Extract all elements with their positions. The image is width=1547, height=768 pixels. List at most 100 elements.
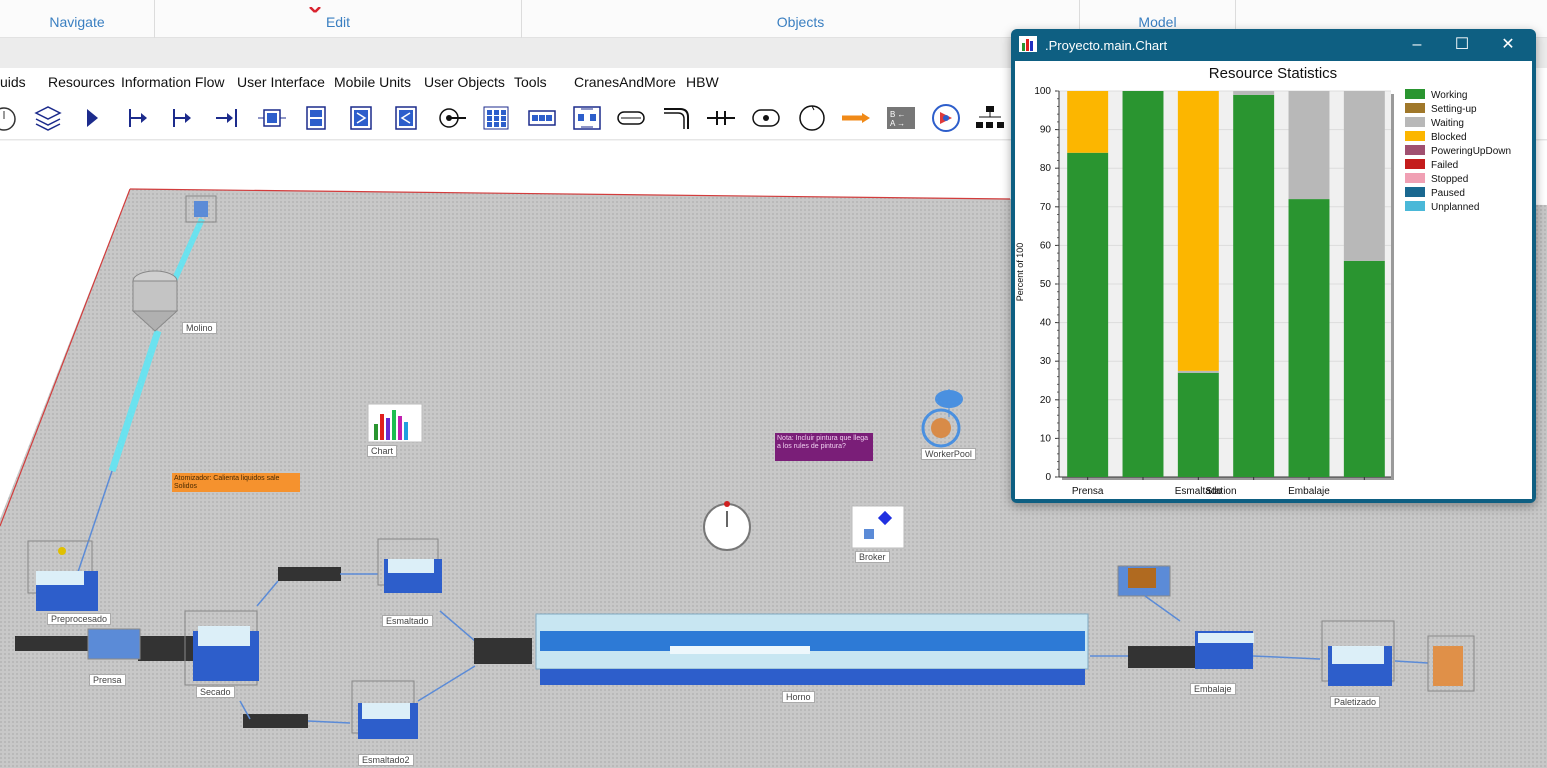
- legend-entry: PoweringUpDown: [1431, 146, 1511, 157]
- track-icon[interactable]: [750, 103, 782, 133]
- label-preprocesado: Preprocesado: [47, 613, 112, 625]
- shaft-icon[interactable]: [436, 103, 468, 133]
- bar-segment-working: [1067, 152, 1109, 477]
- tab-information-flow[interactable]: Information Flow: [121, 74, 224, 90]
- tab-hbw[interactable]: HBW: [686, 74, 719, 90]
- disassembly-icon[interactable]: [390, 103, 422, 133]
- station-icon[interactable]: [256, 103, 288, 133]
- hierarchy-icon[interactable]: [974, 103, 1006, 133]
- legend-swatch: [1405, 89, 1425, 99]
- parallel-station-icon[interactable]: [300, 103, 332, 133]
- legend-entry: Failed: [1431, 160, 1458, 171]
- label-chart: Chart: [367, 445, 398, 457]
- legend-swatch: [1405, 201, 1425, 211]
- bar-segment-waiting: [1177, 370, 1219, 373]
- bar-segment-waiting: [1288, 91, 1330, 200]
- y-tick-label: 60: [1040, 240, 1052, 251]
- legend-entry: Waiting: [1431, 118, 1464, 129]
- legend-entry: Stopped: [1431, 174, 1468, 185]
- horno-furnace: [535, 613, 1089, 685]
- svg-text:A →: A →: [890, 119, 905, 128]
- bar-segment-working: [1233, 94, 1275, 478]
- bar-segment-blocked: [1067, 91, 1109, 153]
- delete-icon[interactable]: [308, 0, 322, 13]
- legend-swatch: [1405, 117, 1425, 127]
- legend-swatch: [1405, 103, 1425, 113]
- tab-tools[interactable]: Tools: [514, 74, 547, 90]
- line-icon[interactable]: [526, 103, 558, 133]
- ribbon-group-navigate[interactable]: Navigate: [0, 0, 155, 38]
- tab-cranes-and-more[interactable]: CranesAndMore: [574, 74, 676, 90]
- minimize-button[interactable]: –: [1400, 33, 1434, 57]
- tab-user-objects[interactable]: User Objects: [424, 74, 505, 90]
- flow-control-icon[interactable]: B ← A →: [885, 103, 917, 133]
- comment-pintura[interactable]: Nota: Incluir pintura que llega a los ru…: [775, 433, 873, 461]
- legend-swatch: [1405, 131, 1425, 141]
- legend-entry: Working: [1431, 90, 1468, 101]
- chart-body: Resource Statistics Percent of 100 Stati…: [1015, 61, 1532, 510]
- stopwatch-icon[interactable]: [0, 103, 20, 133]
- source-icon[interactable]: [122, 103, 154, 133]
- transfer-icon[interactable]: [615, 103, 647, 133]
- legend-entry: Setting-up: [1431, 104, 1477, 115]
- y-tick-label: 0: [1045, 472, 1051, 483]
- y-tick-label: 70: [1040, 202, 1052, 213]
- conveyor: [243, 714, 308, 728]
- exchanger-icon[interactable]: [930, 103, 962, 133]
- bar-segment-working: [1288, 199, 1330, 477]
- legend-entry: Paused: [1431, 188, 1465, 199]
- bar-segment-working: [1122, 91, 1164, 477]
- label-secado: Secado: [196, 686, 235, 698]
- label-paletizado: Paletizado: [1330, 696, 1381, 708]
- bar-segment-working: [1177, 372, 1219, 477]
- layers-icon[interactable]: [32, 103, 64, 133]
- ribbon-group-label: Edit: [325, 14, 351, 30]
- chart-window[interactable]: .Proyecto.main.Chart – ☐ ✕ Resource Stat…: [1011, 29, 1536, 510]
- y-tick-label: 50: [1040, 279, 1052, 290]
- y-tick-label: 40: [1040, 318, 1052, 329]
- label-molino: Molino: [182, 322, 217, 334]
- broker-object: [851, 505, 905, 549]
- connector-icon[interactable]: [840, 103, 872, 133]
- matrix-icon[interactable]: [480, 103, 512, 133]
- x-tick-label: Esmaltado: [1175, 486, 1223, 497]
- bar-segment-waiting: [1343, 91, 1385, 261]
- play-arrow-icon[interactable]: [76, 103, 108, 133]
- assembly-icon[interactable]: [345, 103, 377, 133]
- label-esmaltado2: Esmaltado2: [358, 754, 414, 766]
- prensa-unit: [87, 628, 141, 660]
- chart-app-icon: [1019, 36, 1037, 52]
- close-button[interactable]: ✕: [1491, 33, 1525, 57]
- loop-icon[interactable]: [796, 103, 828, 133]
- ribbon-group-edit[interactable]: Edit: [155, 0, 522, 38]
- y-axis-label: Percent of 100: [1015, 243, 1025, 302]
- tab-mobile-units[interactable]: Mobile Units: [334, 74, 411, 90]
- ribbon-group-label: Objects: [776, 14, 825, 30]
- chart-window-titlebar[interactable]: .Proyecto.main.Chart – ☐ ✕: [1011, 29, 1536, 61]
- maximize-button[interactable]: ☐: [1445, 33, 1479, 57]
- comment-atomizador[interactable]: Atomizador: Calienta liquidos sale Solid…: [172, 473, 300, 492]
- label-workerpool: WorkerPool: [921, 448, 976, 460]
- legend-swatch: [1405, 187, 1425, 197]
- bar-segment-working: [1343, 260, 1385, 477]
- dismantle-icon[interactable]: [571, 103, 603, 133]
- legend-swatch: [1405, 145, 1425, 155]
- y-tick-label: 80: [1040, 163, 1052, 174]
- chart-window-title: .Proyecto.main.Chart: [1045, 38, 1168, 53]
- tab-fluids[interactable]: uids: [0, 74, 26, 90]
- single-proc-icon[interactable]: [166, 103, 198, 133]
- conveyor-icon[interactable]: [660, 103, 692, 133]
- tab-user-interface[interactable]: User Interface: [237, 74, 325, 90]
- tab-resources[interactable]: Resources: [48, 74, 115, 90]
- drain-icon[interactable]: [212, 103, 244, 133]
- ribbon-group-objects[interactable]: Objects: [522, 0, 1080, 38]
- legend-entry: Unplanned: [1431, 202, 1479, 213]
- turntable-icon[interactable]: [705, 103, 737, 133]
- resource-statistics-chart: Resource Statistics Percent of 100 Stati…: [1015, 65, 1511, 510]
- svg-text:B ←: B ←: [890, 110, 906, 119]
- conveyor: [1128, 646, 1196, 668]
- y-tick-label: 90: [1040, 125, 1052, 136]
- legend-entry: Blocked: [1431, 132, 1467, 143]
- x-tick-label: Prensa: [1072, 486, 1104, 497]
- chart-title: Resource Statistics: [1209, 65, 1337, 82]
